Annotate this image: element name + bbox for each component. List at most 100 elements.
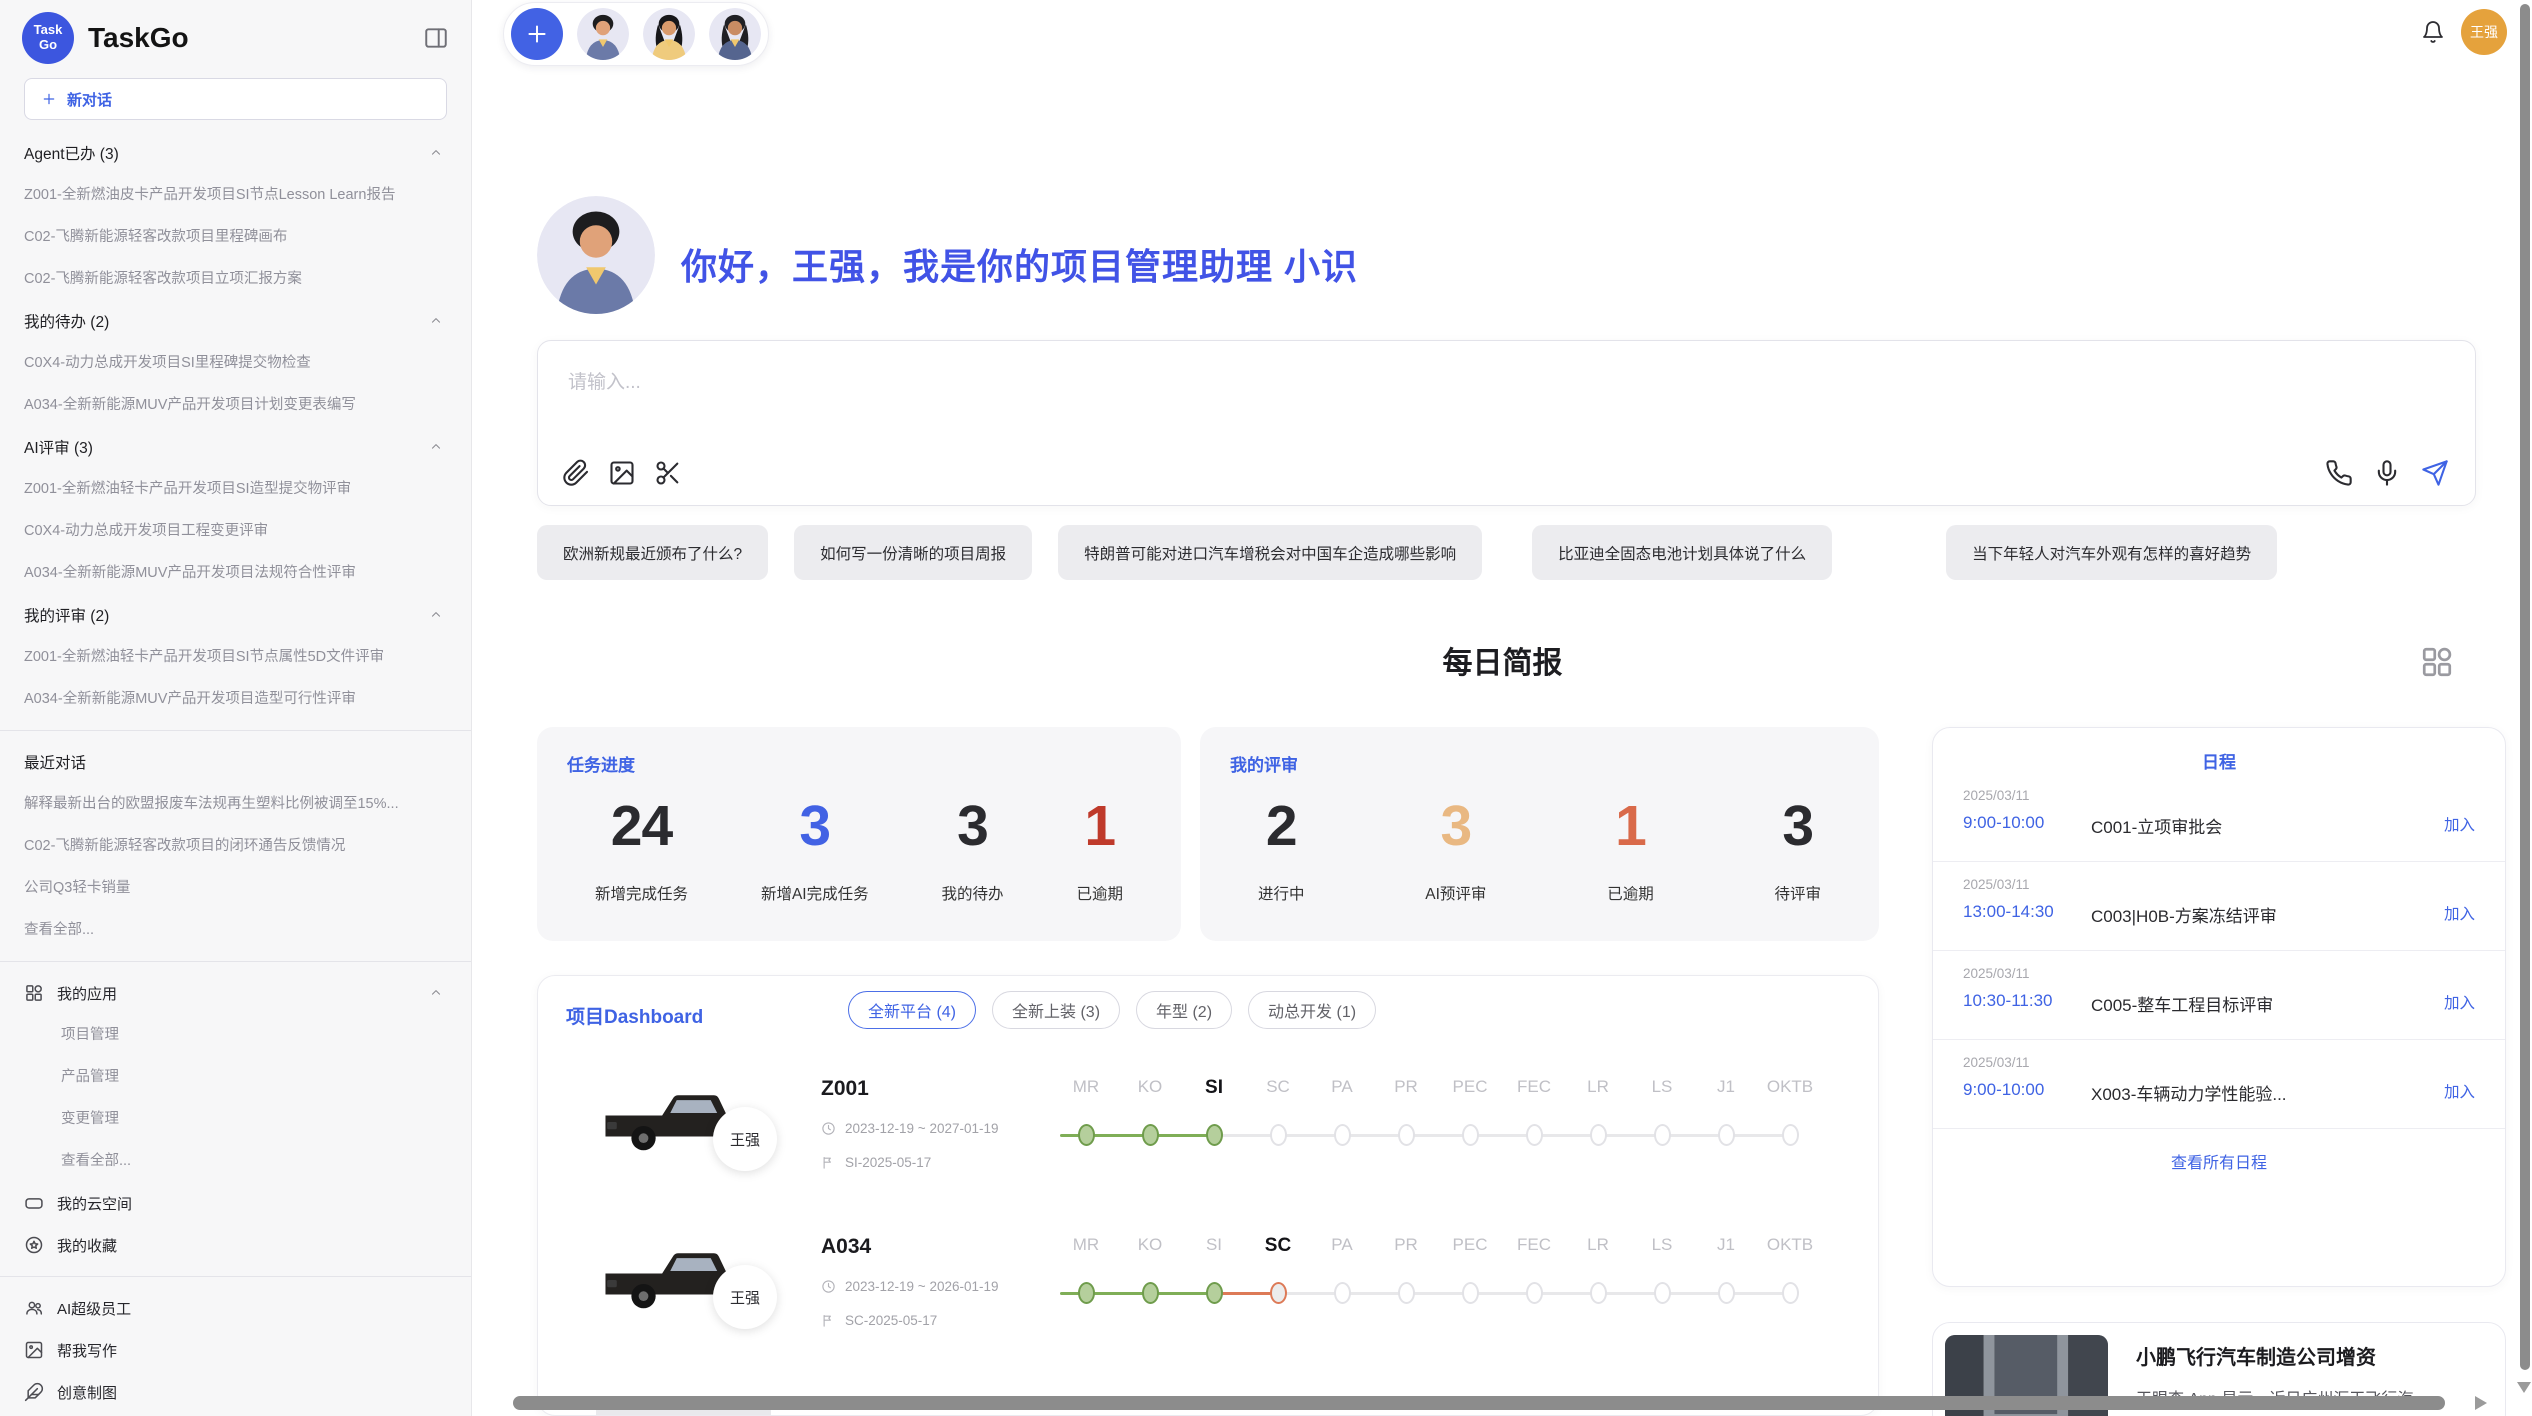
my-app-item[interactable]: 项目管理 — [0, 1014, 471, 1056]
suggestion-chip[interactable]: 特朗普可能对进口汽车增税会对中国车企造成哪些影响 — [1058, 525, 1482, 580]
suggestion-chip[interactable]: 如何写一份清晰的项目周报 — [794, 525, 1032, 580]
sidebar-section-header[interactable]: AI评审 (3) — [0, 426, 471, 468]
sidebar-item-label: 帮我写作 — [57, 1340, 117, 1361]
sidebar-section-header[interactable]: Agent已办 (3) — [0, 132, 471, 174]
milestone-label: FEC — [1502, 1235, 1566, 1257]
recent-chat-item[interactable]: 公司Q3轻卡销量 — [0, 867, 471, 909]
milestone-label: KO — [1118, 1077, 1182, 1099]
dashboard-tab[interactable]: 年型 (2) — [1136, 991, 1232, 1029]
add-agent-button[interactable] — [511, 8, 563, 60]
suggestion-chip[interactable]: 当下年轻人对汽车外观有怎样的喜好趋势 — [1946, 525, 2277, 580]
milestone-dot-cell — [1502, 1124, 1566, 1146]
view-all-schedule-link[interactable]: 查看所有日程 — [1933, 1149, 2505, 1173]
schedule-list: 2025/03/119:00-10:00C001-立项审批会加入2025/03/… — [1933, 773, 2505, 1129]
suggestion-chip[interactable]: 欧洲新规最近颁布了什么? — [537, 525, 768, 580]
screenshot-scissors-icon[interactable] — [654, 459, 682, 487]
my-app-item[interactable]: 变更管理 — [0, 1098, 471, 1140]
project-next-milestone: SC-2025-05-17 — [821, 1313, 937, 1328]
new-chat-button[interactable]: 新对话 — [24, 78, 447, 120]
image-upload-icon[interactable] — [608, 459, 636, 487]
milestone-dot-pr — [1398, 1124, 1415, 1146]
notifications-bell-icon[interactable] — [2421, 20, 2445, 44]
milestone-dot-mr — [1078, 1124, 1095, 1146]
section-label: 我的待办 (2) — [24, 310, 109, 332]
sidebar-item[interactable]: A034-全新新能源MUV产品开发项目计划变更表编写 — [0, 384, 471, 426]
dashboard-title: 项目Dashboard — [566, 1002, 703, 1029]
sidebar-item[interactable]: C0X4-动力总成开发项目工程变更评审 — [0, 510, 471, 552]
recent-chat-item[interactable]: 解释最新出台的欧盟报废车法规再生塑料比例被调至15%... — [0, 783, 471, 825]
join-link[interactable]: 加入 — [2444, 991, 2475, 1013]
recent-chat-item[interactable]: 查看全部... — [0, 909, 471, 951]
milestone-dot-pec — [1462, 1124, 1479, 1146]
sidebar-item[interactable]: Z001-全新燃油轻卡产品开发项目SI节点属性5D文件评审 — [0, 636, 471, 678]
my-app-item[interactable]: 产品管理 — [0, 1056, 471, 1098]
sidebar-section-header[interactable]: 我的评审 (2) — [0, 594, 471, 636]
sidebar-item-my-cloud-space[interactable]: 我的云空间 — [0, 1182, 471, 1224]
attachment-icon[interactable] — [562, 459, 590, 487]
dashboard-tabs: 全新平台 (4) 全新上装 (3) 年型 (2) 动总开发 (1) — [848, 991, 1376, 1029]
recent-chat-item[interactable]: C02-飞腾新能源轻客改款项目的闭环通告反馈情况 — [0, 825, 471, 867]
schedule-date: 2025/03/11 — [1963, 788, 2475, 803]
sidebar-collapse-icon[interactable] — [423, 25, 449, 51]
microphone-icon[interactable] — [2373, 459, 2401, 487]
sidebar-item-creative-drawing[interactable]: 创意制图 — [0, 1371, 471, 1413]
sidebar-item[interactable]: A034-全新新能源MUV产品开发项目造型可行性评审 — [0, 678, 471, 720]
brief-layout-grid-icon[interactable] — [2419, 644, 2455, 680]
sidebar-item[interactable]: C02-飞腾新能源轻客改款项目里程碑画布 — [0, 216, 471, 258]
member-avatar[interactable] — [709, 8, 761, 60]
dashboard-tab[interactable]: 全新上装 (3) — [992, 991, 1120, 1029]
sidebar-item-my-apps[interactable]: 我的应用 — [0, 972, 471, 1014]
join-link[interactable]: 加入 — [2444, 1080, 2475, 1102]
clock-icon — [821, 1121, 836, 1136]
vertical-scrollbar[interactable] — [2520, 4, 2530, 1370]
stat-value: 3 — [957, 794, 988, 860]
sidebar-item-help-me-write[interactable]: 帮我写作 — [0, 1329, 471, 1371]
horizontal-scrollbar[interactable] — [513, 1396, 2445, 1410]
milestone-dot-oktb — [1782, 1282, 1799, 1304]
stat-item: 3我的待办 — [942, 794, 1004, 904]
sidebar-item[interactable]: C02-飞腾新能源轻客改款项目立项汇报方案 — [0, 258, 471, 300]
schedule-card: 日程 2025/03/119:00-10:00C001-立项审批会加入2025/… — [1932, 727, 2506, 1287]
project-next-milestone: SI-2025-05-17 — [821, 1155, 931, 1170]
milestone-label: MR — [1054, 1077, 1118, 1099]
chat-input[interactable] — [538, 341, 2475, 433]
sidebar-item[interactable]: Z001-全新燃油轻卡产品开发项目SI造型提交物评审 — [0, 468, 471, 510]
sidebar-item-ai-super-staff[interactable]: AI超级员工 — [0, 1287, 471, 1329]
send-icon[interactable] — [2421, 459, 2449, 487]
input-tools-left — [562, 459, 682, 487]
member-avatar[interactable] — [577, 8, 629, 60]
logo-line-2: Go — [39, 38, 57, 53]
divider — [0, 1276, 471, 1277]
milestone-dot-cell — [1566, 1124, 1630, 1146]
stat-row: 2进行中3AI预评审1已逾期3待评审 — [1230, 794, 1849, 904]
project-name: Z001 — [821, 1077, 869, 1101]
milestone-label: LS — [1630, 1077, 1694, 1099]
join-link[interactable]: 加入 — [2444, 813, 2475, 835]
sidebar-item[interactable]: A034-全新新能源MUV产品开发项目法规符合性评审 — [0, 552, 471, 594]
sidebar-item[interactable]: Z001-全新燃油皮卡产品开发项目SI节点Lesson Learn报告 — [0, 174, 471, 216]
stat-item: 1已逾期 — [1607, 794, 1654, 904]
dashboard-tab[interactable]: 动总开发 (1) — [1248, 991, 1376, 1029]
project-dates: 2023-12-19 ~ 2026-01-19 — [821, 1279, 999, 1294]
sidebar-item-my-favorites[interactable]: 我的收藏 — [0, 1224, 471, 1266]
stat-value: 1 — [1615, 794, 1646, 860]
milestone-label: LS — [1630, 1235, 1694, 1257]
user-avatar[interactable]: 王强 — [2461, 9, 2507, 55]
flag-icon — [821, 1155, 836, 1170]
phone-call-icon[interactable] — [2325, 459, 2353, 487]
chat-input-card — [537, 340, 2476, 506]
sidebar-section-header[interactable]: 我的待办 (2) — [0, 300, 471, 342]
recent-chats-header: 最近对话 — [0, 741, 471, 783]
scroll-down-arrow-icon[interactable] — [2517, 1382, 2531, 1393]
suggestion-chip[interactable]: 比亚迪全固态电池计划具体说了什么 — [1532, 525, 1832, 580]
milestone-timeline: MRKOSISCPAPRPECFECLRLSJ1OKTB — [1054, 1219, 1822, 1377]
sidebar-item[interactable]: C0X4-动力总成开发项目SI里程碑提交物检查 — [0, 342, 471, 384]
join-link[interactable]: 加入 — [2444, 902, 2475, 924]
my-app-item[interactable]: 查看全部... — [0, 1140, 471, 1182]
dashboard-tab[interactable]: 全新平台 (4) — [848, 991, 976, 1029]
scroll-right-arrow-icon[interactable] — [2475, 1396, 2487, 1410]
milestone-dot-si — [1206, 1282, 1223, 1304]
sidebar: Task Go TaskGo 新对话 Agent已办 (3)Z001-全新燃油皮… — [0, 0, 472, 1416]
milestone-dot-ls — [1654, 1282, 1671, 1304]
member-avatar[interactable] — [643, 8, 695, 60]
